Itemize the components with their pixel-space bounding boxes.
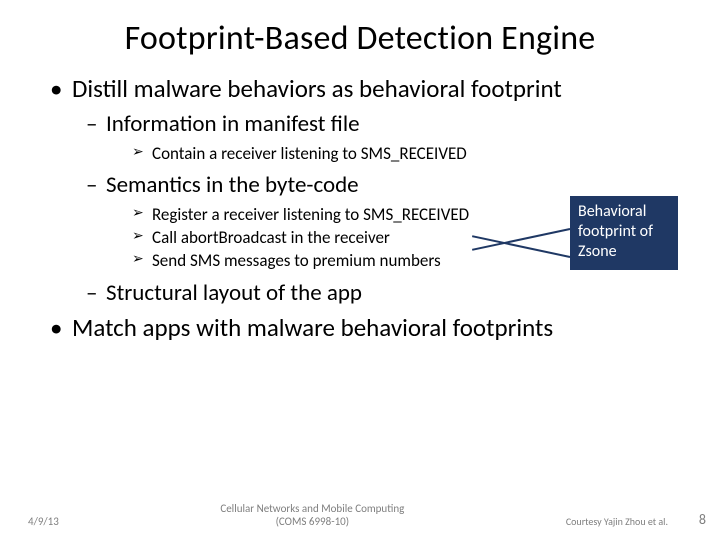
- bullet-level2: Information in manifest file: [86, 110, 688, 139]
- slide-title: Footprint-Based Detection Engine: [32, 18, 688, 59]
- bullet-level2: Structural layout of the app: [86, 279, 688, 308]
- footer-courtesy: Courtesy Yajin Zhou et al.: [566, 515, 668, 528]
- footer-line2: (COMS 6998-10): [276, 515, 350, 528]
- slide: Footprint-Based Detection Engine Distill…: [0, 0, 720, 540]
- footer-date: 4/9/13: [28, 515, 59, 528]
- footer-line1: Cellular Networks and Mobile Computing: [220, 502, 404, 515]
- bullet-level1: Distill malware behaviors as behavioral …: [50, 75, 688, 104]
- footer: 4/9/13 Cellular Networks and Mobile Comp…: [0, 502, 720, 528]
- page-number: 8: [699, 511, 706, 528]
- callout-box: Behavioral footprint of Zsone: [570, 196, 678, 270]
- bullet-level3: Contain a receiver listening to SMS_RECE…: [132, 143, 688, 166]
- footer-center: Cellular Networks and Mobile Computing (…: [59, 502, 566, 528]
- bullet-level1: Match apps with malware behavioral footp…: [50, 314, 688, 343]
